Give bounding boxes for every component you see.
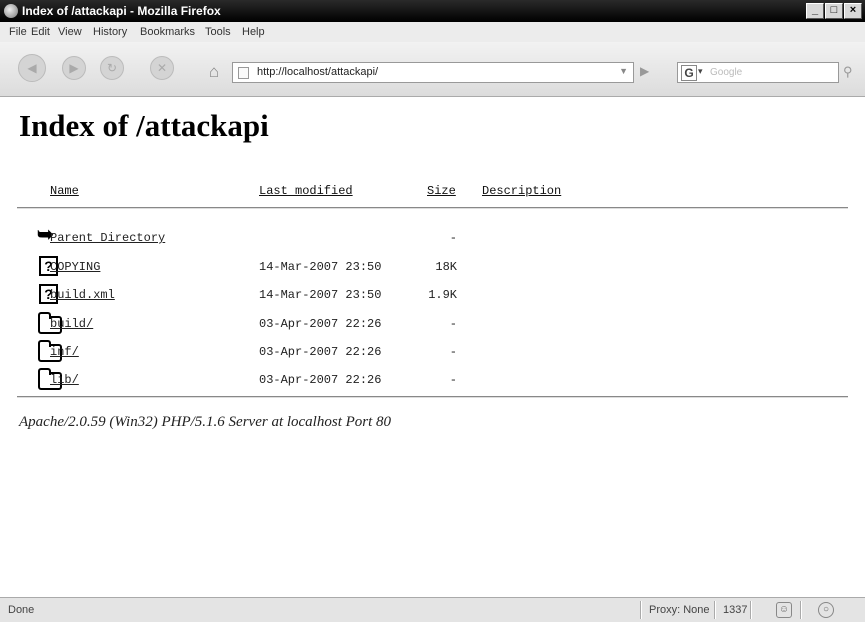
menu-view[interactable]: View xyxy=(58,26,82,38)
navigation-toolbar: ◀ ▶ ↻ ✕ ⌂ http://localhost/attackapi/ ▼ … xyxy=(0,42,865,97)
entry-size: 18K xyxy=(435,260,457,274)
window-titlebar: Index of /attackapi - Mozilla Firefox _ … xyxy=(0,0,865,22)
table-row: build/ 03-Apr-2007 22:26 - xyxy=(0,312,865,335)
url-bar[interactable]: http://localhost/attackapi/ ▼ xyxy=(232,62,634,83)
back-icon[interactable]: ◀ xyxy=(18,54,46,82)
divider-bottom xyxy=(17,396,848,398)
search-box[interactable]: G ▾ Google xyxy=(677,62,839,83)
entry-name-link[interactable]: build.xml xyxy=(50,288,115,302)
status-circle-icon[interactable]: ○ xyxy=(818,602,834,618)
unknown-file-icon: ? xyxy=(18,284,58,304)
entry-size: - xyxy=(449,231,457,245)
search-engine-dropdown-icon[interactable]: ▾ xyxy=(698,66,703,77)
go-icon[interactable]: ▶ xyxy=(640,64,649,78)
search-placeholder: Google xyxy=(710,67,743,78)
window-controls: _ □ × xyxy=(806,3,862,19)
table-row: ➥ Parent Directory - xyxy=(0,224,865,249)
reload-icon[interactable]: ↻ xyxy=(100,56,124,80)
table-row: ? build.xml 14-Mar-2007 23:50 1.9K xyxy=(0,284,865,306)
status-text: Done xyxy=(8,604,35,616)
menu-file[interactable]: File xyxy=(9,26,27,38)
maximize-button[interactable]: □ xyxy=(825,3,843,19)
back-arrow-icon: ➥ xyxy=(37,224,54,246)
entry-modified: 14-Mar-2007 23:50 xyxy=(259,288,382,302)
entry-name-link[interactable]: build/ xyxy=(50,317,93,331)
home-icon[interactable]: ⌂ xyxy=(203,62,225,82)
page-icon xyxy=(238,67,249,79)
entry-size: - xyxy=(449,373,457,387)
close-button[interactable]: × xyxy=(844,3,862,19)
table-row: inf/ 03-Apr-2007 22:26 - xyxy=(0,340,865,363)
entry-name-link[interactable]: inf/ xyxy=(50,345,79,359)
firefox-icon xyxy=(4,4,18,18)
menu-tools[interactable]: Tools xyxy=(205,26,231,38)
column-name-header[interactable]: Name xyxy=(50,184,79,198)
divider-top xyxy=(17,207,848,209)
folder-icon xyxy=(18,340,62,362)
status-separator xyxy=(800,601,802,619)
search-icon[interactable]: ⚲ xyxy=(843,64,853,80)
proxy-status[interactable]: Proxy: None xyxy=(649,604,710,616)
stop-icon[interactable]: ✕ xyxy=(150,56,174,80)
status-bar: Done Proxy: None 1337 ☺ ○ xyxy=(0,597,865,622)
folder-icon xyxy=(18,312,62,334)
menu-edit[interactable]: Edit xyxy=(31,26,50,38)
status-separator xyxy=(640,601,642,619)
url-dropdown-icon[interactable]: ▼ xyxy=(619,66,628,76)
minimize-button[interactable]: _ xyxy=(806,3,824,19)
menu-bookmarks[interactable]: Bookmarks xyxy=(140,26,195,38)
entry-modified: 03-Apr-2007 22:26 xyxy=(259,317,382,331)
entry-modified: 14-Mar-2007 23:50 xyxy=(259,260,382,274)
menu-history[interactable]: History xyxy=(93,26,127,38)
column-description-header[interactable]: Description xyxy=(482,184,561,198)
entry-size: - xyxy=(449,317,457,331)
table-row: lib/ 03-Apr-2007 22:26 - xyxy=(0,368,865,391)
status-separator xyxy=(750,601,752,619)
entry-name-link[interactable]: Parent Directory xyxy=(50,231,165,245)
entry-name-link[interactable]: COPYING xyxy=(50,260,100,274)
entry-size: 1.9K xyxy=(428,288,457,302)
entry-modified: 03-Apr-2007 22:26 xyxy=(259,345,382,359)
entry-modified: 03-Apr-2007 22:26 xyxy=(259,373,382,387)
url-text[interactable]: http://localhost/attackapi/ xyxy=(257,66,378,78)
status-counter: 1337 xyxy=(723,604,748,616)
column-size-header[interactable]: Size xyxy=(427,184,456,198)
folder-icon xyxy=(18,368,62,390)
entry-size: - xyxy=(449,345,457,359)
status-separator xyxy=(714,601,716,619)
menu-bar: File Edit View History Bookmarks Tools H… xyxy=(0,22,865,42)
addon-icon[interactable]: ☺ xyxy=(776,602,792,618)
forward-icon[interactable]: ▶ xyxy=(62,56,86,80)
menu-help[interactable]: Help xyxy=(242,26,265,38)
entry-name-link[interactable]: lib/ xyxy=(50,373,79,387)
page-title: Index of /attackapi xyxy=(19,108,269,143)
unknown-file-icon: ? xyxy=(18,256,58,276)
table-row: ? COPYING 14-Mar-2007 23:50 18K xyxy=(0,256,865,278)
window-title: Index of /attackapi - Mozilla Firefox xyxy=(22,4,221,18)
search-engine-icon[interactable]: G xyxy=(681,65,697,81)
column-modified-header[interactable]: Last modified xyxy=(259,184,353,198)
server-signature: Apache/2.0.59 (Win32) PHP/5.1.6 Server a… xyxy=(19,414,392,430)
